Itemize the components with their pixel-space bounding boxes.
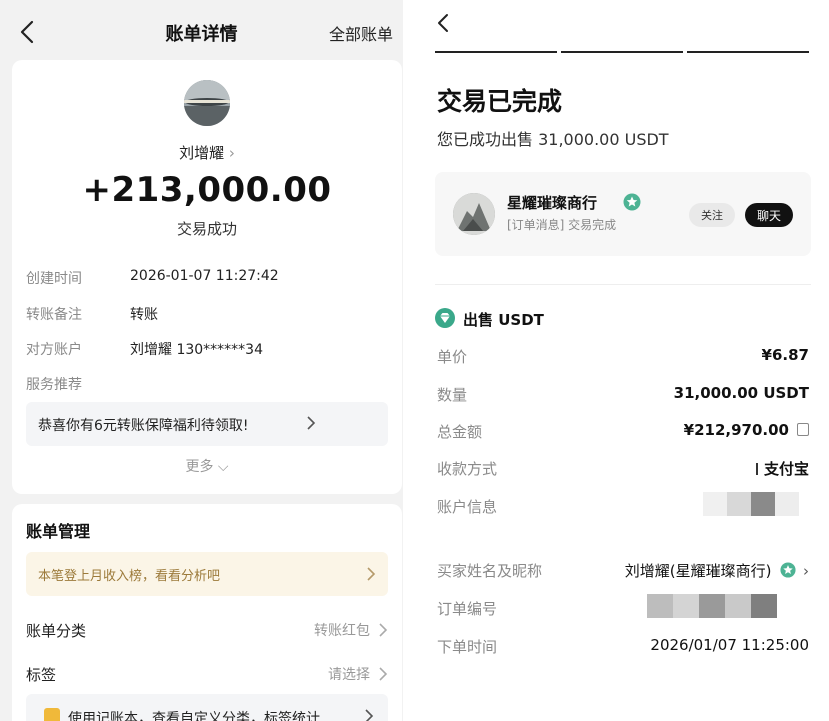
order-complete-screen: 交易已完成 您已成功出售 31,000.00 USDT 星耀璀璨商行 [订单消息… [415,0,829,721]
progress-segment [561,51,683,53]
merchant-name: 星耀璀璨商行 [507,194,598,212]
redacted-account-info [703,492,799,516]
chevron-right-icon: › [803,562,809,580]
merchant-card: 星耀璀璨商行 [订单消息] 交易完成 关注 聊天 [435,172,811,256]
order-message-tag: [订单消息] 交易完成 [507,218,617,232]
transaction-card: 刘增耀 › +213,000.00 交易成功 创建时间 2026-01-07 11… [12,60,402,494]
progress-segment [435,51,557,53]
transaction-status: 交易成功 [176,220,237,238]
chevron-right-icon: › [228,144,235,162]
chevron-right-icon [379,623,388,637]
avatar[interactable] [184,80,230,126]
divider [435,284,811,285]
top-nav: 账单详情 全部账单 [0,0,403,62]
chevron-right-icon [307,416,316,430]
more-toggle[interactable]: 更多 ⌵ [12,456,402,476]
amount: +213,000.00 [82,170,332,210]
chevron-right-icon [379,667,388,681]
diamond-icon [435,308,455,328]
verified-badge-icon [623,193,641,211]
chevron-down-icon: ⌵ [217,459,229,475]
ledger-banner[interactable]: 使用记账本，查看自定义分类，标签统计 [26,694,388,721]
alipay-mark-icon [755,463,758,475]
income-rank-banner[interactable]: 本笔登上月收入榜，看看分析吧 [26,552,388,596]
merchant-avatar[interactable] [453,193,495,235]
verified-badge-icon [780,562,796,578]
follow-button[interactable]: 关注 [689,203,735,227]
progress-segment [687,51,809,53]
promo-banner[interactable]: 恭喜你有6元转账保障福利待领取! [26,402,388,446]
page-title: 交易已完成 [437,87,563,116]
chat-button[interactable]: 聊天 [745,203,793,227]
section-heading: 账单管理 [26,522,91,541]
copy-icon[interactable] [797,423,809,436]
bill-management-card: 账单管理 本笔登上月收入榜，看看分析吧 账单分类 转账红包 标签 请选择 使用记… [12,504,402,721]
payee-name[interactable]: 刘增耀 › [12,142,402,163]
all-bills-link[interactable]: 全部账单 [329,21,393,45]
ledger-icon [44,708,60,721]
bill-detail-screen: 账单详情 全部账单 刘增耀 › +213,000.00 交易成功 创建时间 202… [0,0,403,721]
page-subtitle: 您已成功出售 31,000.00 USDT [437,130,669,149]
chevron-right-icon [365,709,374,721]
back-icon[interactable] [435,12,451,34]
chevron-right-icon [367,567,376,581]
redacted-order-number [647,594,777,618]
